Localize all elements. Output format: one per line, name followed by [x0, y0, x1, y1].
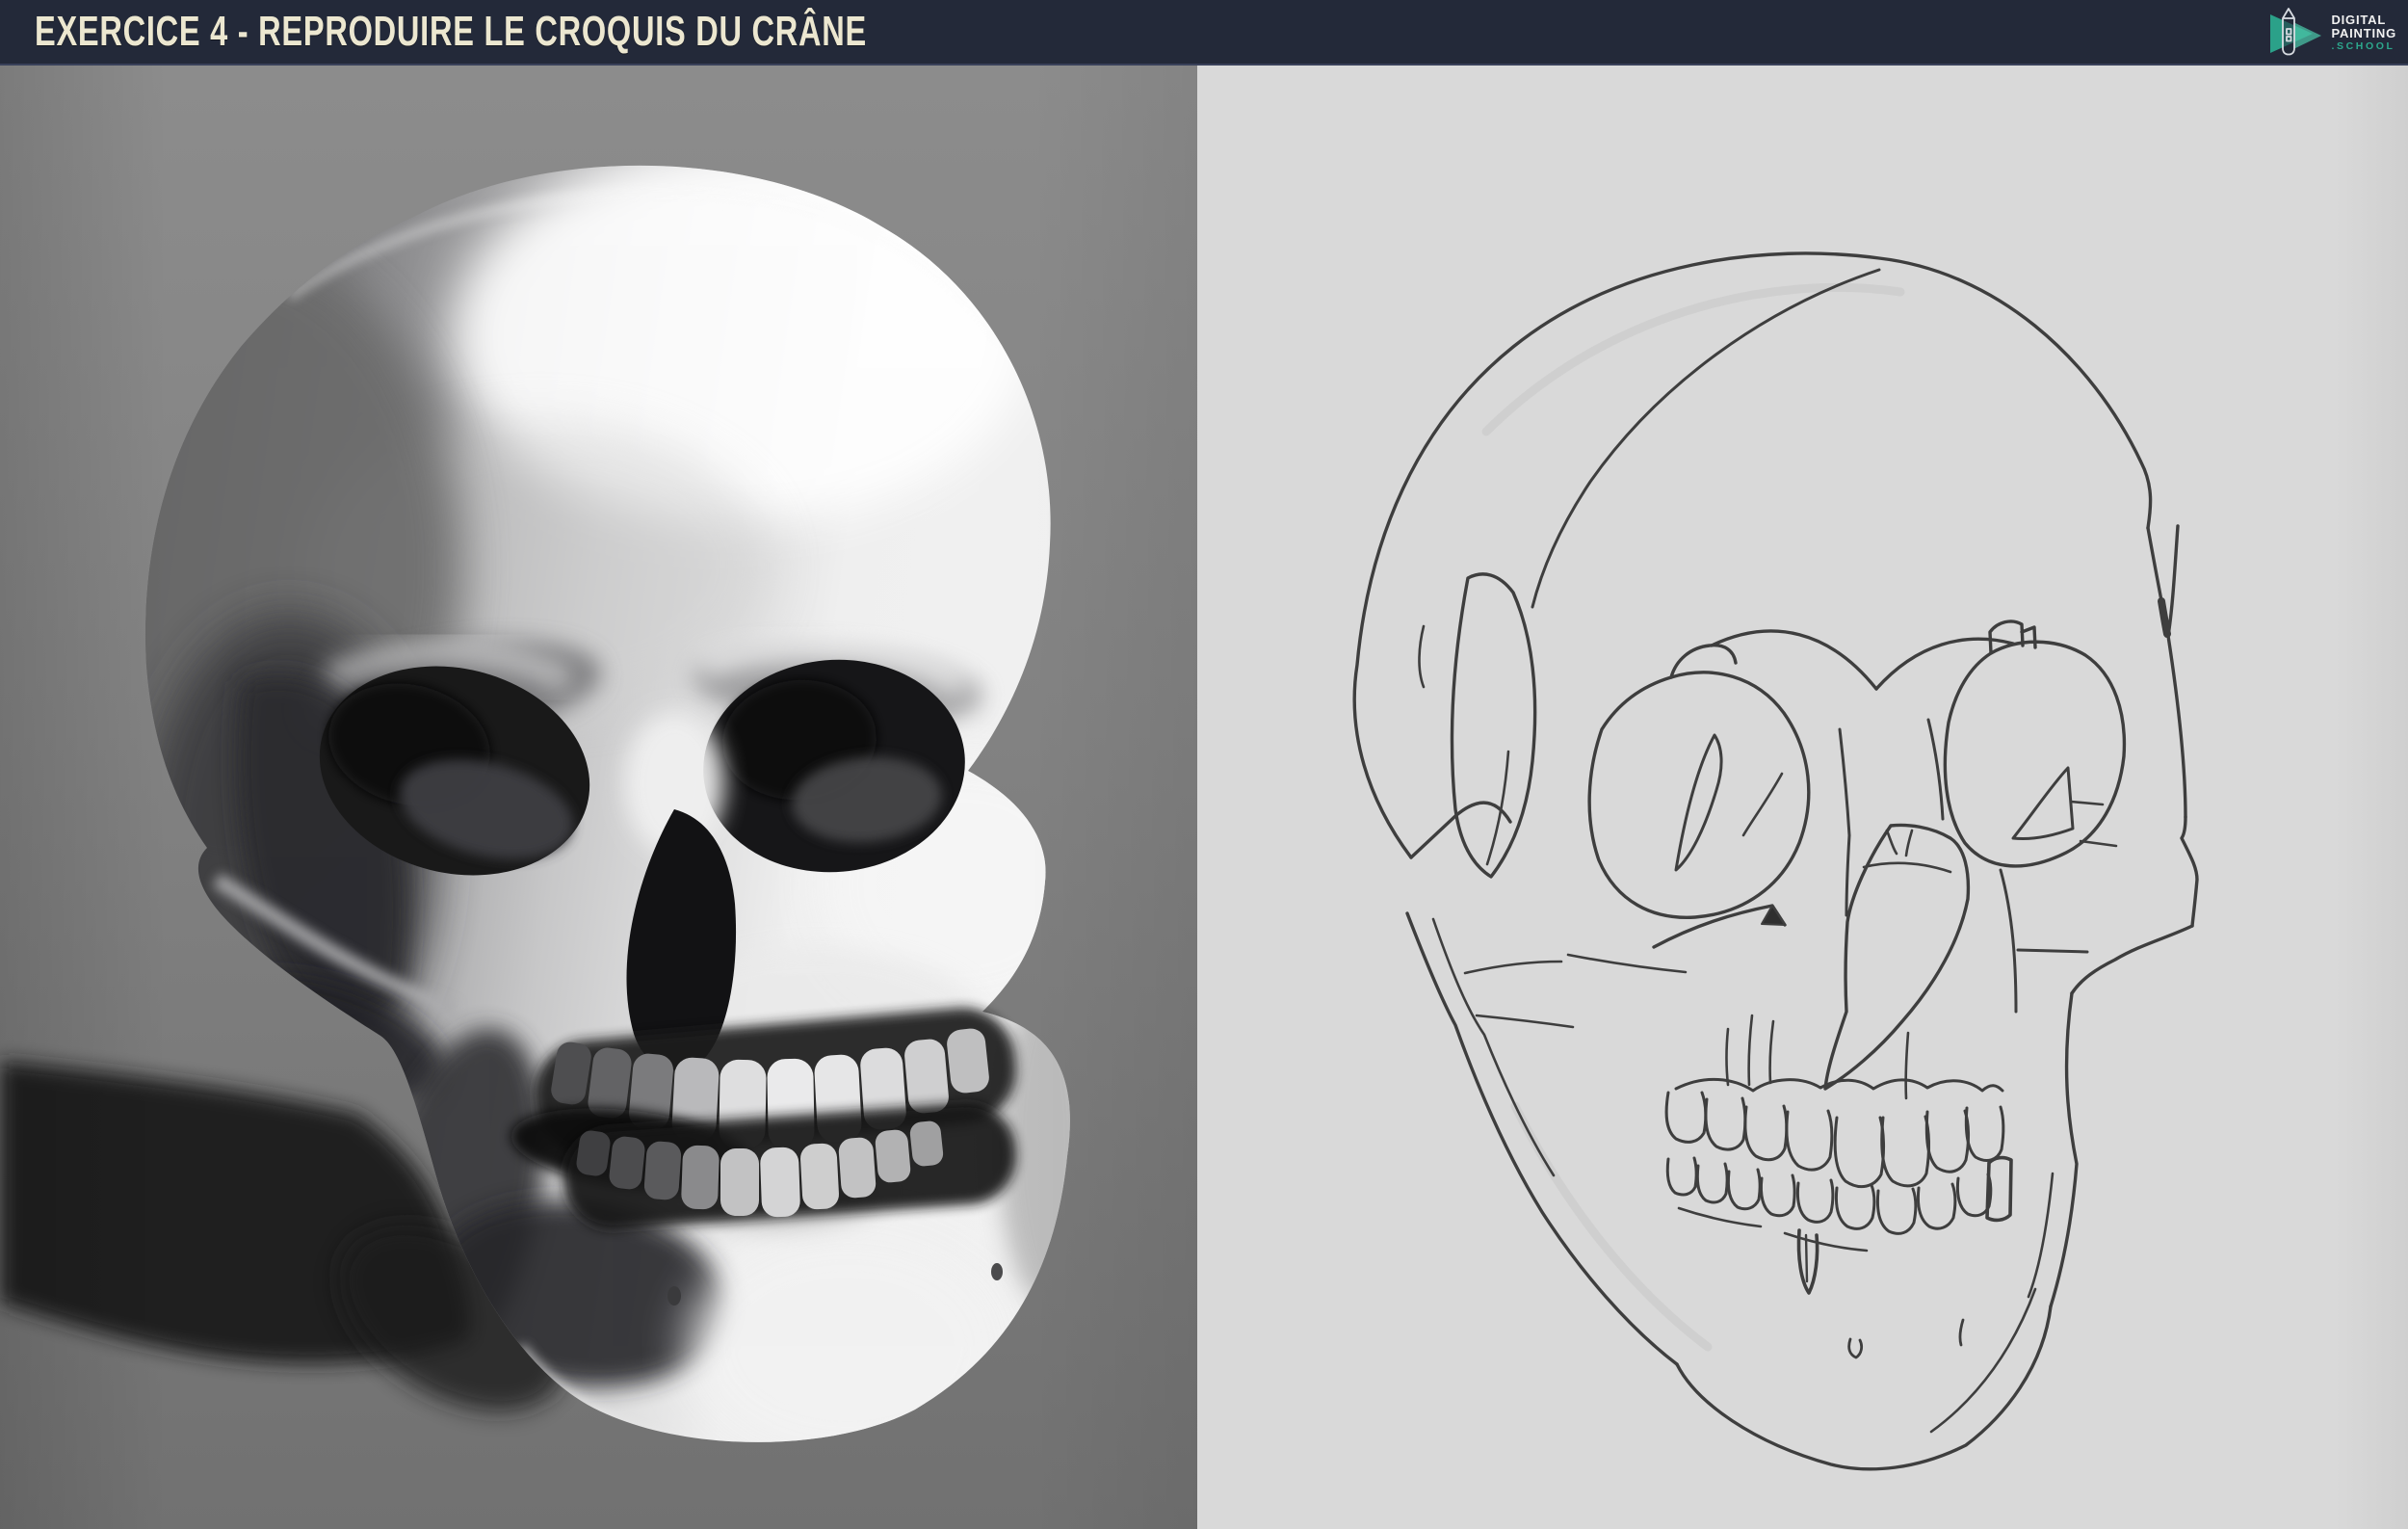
- dps-logo: DIGITAL PAINTING .SCHOOL: [2267, 5, 2396, 61]
- logo-wordmark: DIGITAL PAINTING .SCHOOL: [2331, 13, 2396, 51]
- content-area: [0, 66, 2408, 1529]
- background-vignette: [0, 66, 1197, 1529]
- skull-sketch: [1352, 251, 2199, 1471]
- logo-line-digital: DIGITAL: [2331, 13, 2387, 28]
- logo-line-school: .SCHOOL: [2331, 40, 2395, 52]
- title-bar: EXERCICE 4 - REPRODUIRE LE CROQUIS DU CR…: [0, 0, 2408, 66]
- skull-sketch-panel: [1197, 66, 2408, 1529]
- skull-3d-panel: [0, 66, 1197, 1529]
- stylus-play-icon: [2270, 8, 2322, 56]
- exercise-title: EXERCICE 4 - REPRODUIRE LE CROQUIS DU CR…: [35, 8, 868, 55]
- logo-line-painting: PAINTING: [2331, 25, 2396, 40]
- exercise-slide: EXERCICE 4 - REPRODUIRE LE CROQUIS DU CR…: [0, 0, 2408, 1529]
